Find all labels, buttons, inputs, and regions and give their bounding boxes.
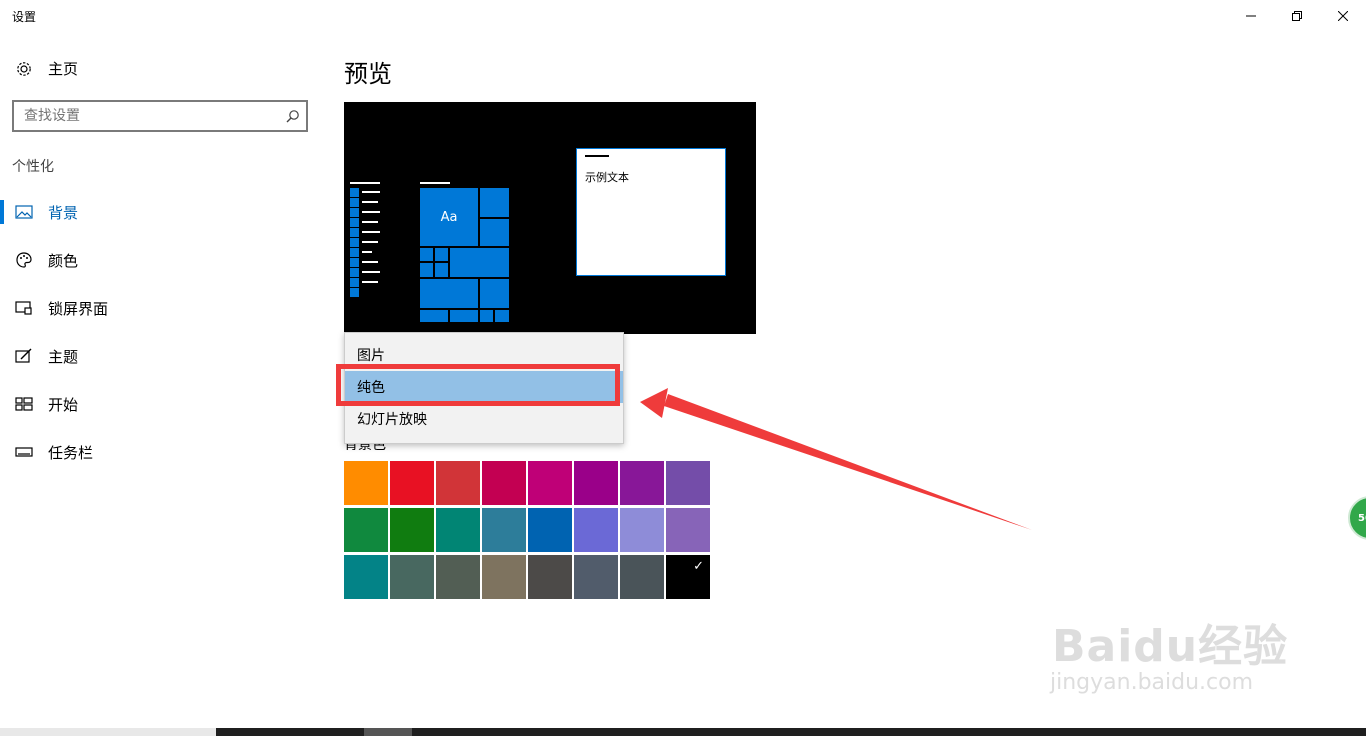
color-swatch[interactable] — [344, 461, 388, 505]
taskbar-icon — [14, 442, 34, 462]
taskbar-active-item[interactable] — [364, 728, 412, 736]
tile — [420, 248, 433, 261]
close-icon — [1338, 11, 1348, 21]
color-swatch[interactable] — [574, 508, 618, 552]
tile — [450, 310, 478, 322]
palette-icon — [14, 250, 34, 270]
color-swatch[interactable] — [528, 555, 572, 599]
tile — [420, 263, 433, 277]
picture-icon — [14, 202, 34, 222]
sidebar-item-themes[interactable]: 主题 — [0, 332, 320, 380]
start-icon — [14, 394, 34, 414]
gear-icon — [14, 59, 34, 79]
tiles-heading-line — [420, 182, 450, 184]
color-swatch[interactable] — [482, 461, 526, 505]
color-swatch[interactable] — [436, 508, 480, 552]
tile — [435, 248, 448, 261]
color-swatch[interactable] — [390, 555, 434, 599]
title-bar: 设置 — [0, 0, 1366, 32]
watermark: Baidu经验 jingyan.baidu.com — [1046, 590, 1306, 710]
home-link[interactable]: 主页 — [14, 58, 78, 79]
dropdown-option-slideshow[interactable]: 幻灯片放映 — [345, 403, 623, 435]
search-box[interactable] — [12, 100, 308, 132]
sample-text: 示例文本 — [585, 171, 629, 184]
settings-window: 设置 主页 个性化 背景 — [0, 0, 1366, 736]
watermark-logo-text: Baidu经验 — [1052, 621, 1289, 672]
restore-icon — [1292, 11, 1302, 21]
sidebar-item-colors[interactable]: 颜色 — [0, 236, 320, 284]
sidebar-item-start[interactable]: 开始 — [0, 380, 320, 428]
page-title: 预览 — [344, 60, 392, 88]
annotation-highlight-box — [336, 364, 620, 406]
watermark-url: jingyan.baidu.com — [1050, 670, 1254, 695]
color-swatch[interactable] — [574, 461, 618, 505]
search-input[interactable] — [24, 107, 274, 123]
sidebar: 主页 个性化 背景 颜色 锁屏界面 — [0, 32, 320, 722]
desktop-preview: Aa 示例文本 — [344, 102, 756, 334]
color-swatch-grid: ✓ — [344, 461, 712, 601]
color-swatch[interactable] — [574, 555, 618, 599]
color-swatch[interactable] — [344, 508, 388, 552]
section-heading: 个性化 — [12, 159, 54, 175]
tile — [435, 263, 448, 277]
sidebar-item-label: 主题 — [48, 347, 79, 366]
search-icon[interactable] — [286, 108, 300, 127]
tile — [480, 279, 509, 308]
sample-window: 示例文本 — [576, 148, 726, 276]
color-swatch[interactable] — [482, 508, 526, 552]
color-swatch[interactable] — [390, 508, 434, 552]
restore-button[interactable] — [1274, 0, 1320, 32]
color-swatch[interactable] — [436, 555, 480, 599]
sidebar-item-label: 开始 — [48, 395, 79, 414]
color-swatch[interactable] — [666, 508, 710, 552]
tile — [450, 248, 509, 277]
minimize-icon — [1246, 15, 1256, 17]
tile — [420, 310, 448, 322]
color-swatch[interactable] — [528, 461, 572, 505]
sidebar-item-lockscreen[interactable]: 锁屏界面 — [0, 284, 320, 332]
color-swatch[interactable]: ✓ — [666, 555, 710, 599]
close-button[interactable] — [1320, 0, 1366, 32]
color-swatch[interactable] — [666, 461, 710, 505]
tile — [420, 279, 478, 308]
tile — [480, 188, 509, 217]
color-swatch[interactable] — [620, 555, 664, 599]
sidebar-item-taskbar[interactable]: 任务栏 — [0, 428, 320, 476]
window-title: 设置 — [12, 10, 37, 24]
sidebar-item-background[interactable]: 背景 — [0, 188, 320, 236]
taskbar-strip — [0, 728, 1366, 736]
color-swatch[interactable] — [436, 461, 480, 505]
selection-indicator — [0, 200, 4, 224]
color-swatch[interactable] — [620, 461, 664, 505]
minimize-button[interactable] — [1228, 0, 1274, 32]
color-swatch[interactable] — [528, 508, 572, 552]
sidebar-item-label: 任务栏 — [48, 443, 94, 462]
tile — [480, 310, 493, 322]
taskbar-left-area — [0, 728, 216, 736]
checkmark-icon: ✓ — [693, 559, 704, 574]
tile — [495, 310, 509, 322]
color-swatch[interactable] — [390, 461, 434, 505]
theme-icon — [14, 346, 34, 366]
sidebar-item-label: 锁屏界面 — [48, 299, 109, 318]
sidebar-item-label: 颜色 — [48, 251, 79, 270]
tile — [480, 219, 509, 246]
floating-badge[interactable]: 50 — [1348, 496, 1366, 540]
color-swatch[interactable] — [344, 555, 388, 599]
color-swatch[interactable] — [482, 555, 526, 599]
home-label: 主页 — [48, 60, 79, 78]
sidebar-item-label: 背景 — [48, 203, 79, 222]
color-swatch[interactable] — [620, 508, 664, 552]
tile-aa: Aa — [420, 188, 478, 246]
lockscreen-icon — [14, 298, 34, 318]
sample-window-bar — [585, 155, 609, 157]
